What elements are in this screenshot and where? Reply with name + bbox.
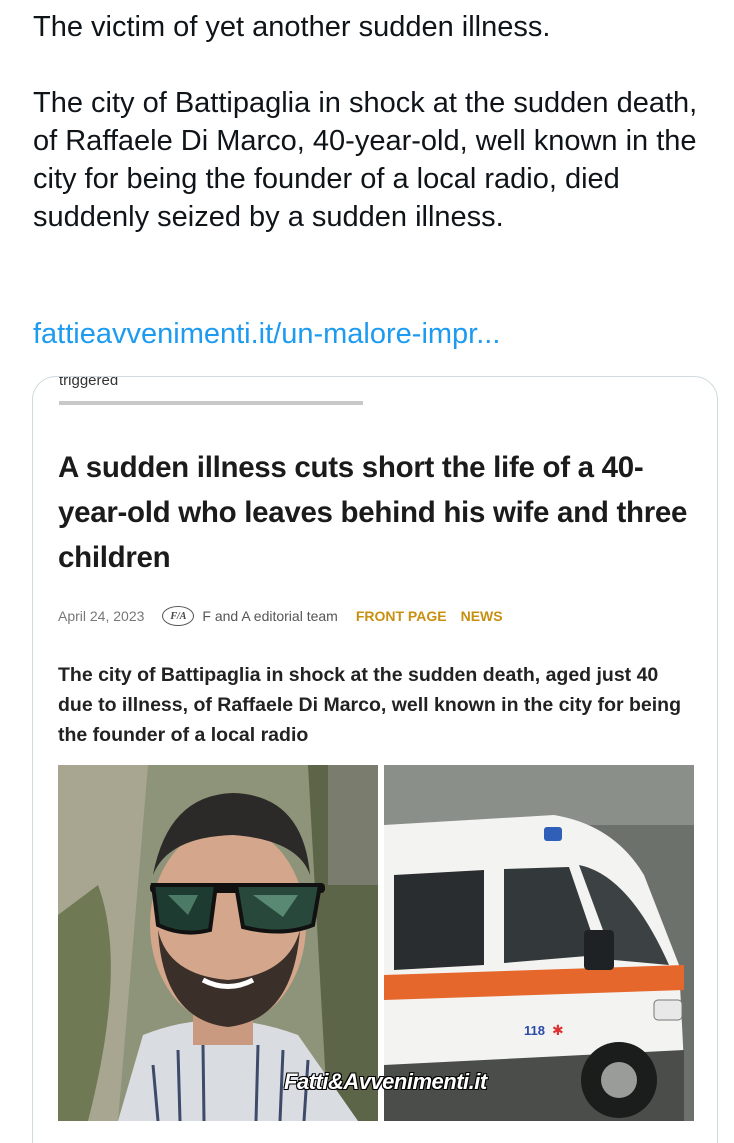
ambulance-photo: 118 ✱	[384, 765, 694, 1121]
star-of-life-icon: ✱	[552, 1023, 564, 1039]
article-image: 118 ✱ Fatti&Avvenimenti.it	[58, 765, 694, 1121]
article-meta: April 24, 2023 F/A F and A editorial tea…	[58, 599, 517, 633]
cropped-caption: triggered	[59, 376, 119, 389]
link-preview-card[interactable]: triggered A sudden illness cuts short th…	[32, 376, 718, 1143]
article-date: April 24, 2023	[58, 608, 145, 624]
article-lede: The city of Battipaglia in shock at the …	[58, 664, 682, 746]
tweet-text: The victim of yet another sudden illness…	[33, 8, 723, 236]
article-link[interactable]: fattieavvenimenti.it/un-malore-impr...	[33, 315, 500, 353]
tweet-line-1: The victim of yet another sudden illness…	[33, 11, 551, 43]
portrait-photo	[58, 765, 378, 1121]
article-author[interactable]: F and A editorial team	[202, 608, 337, 624]
publisher-logo-icon: F/A	[162, 606, 195, 626]
divider	[59, 401, 363, 405]
tweet-paragraph: The city of Battipaglia in shock at the …	[33, 87, 698, 233]
image-watermark: Fatti&Avvenimenti.it	[284, 1069, 487, 1094]
article-headline: A sudden illness cuts short the life of …	[58, 451, 688, 574]
ambulance-number: 118	[524, 1023, 545, 1038]
category-news[interactable]: NEWS	[461, 608, 503, 624]
category-front-page[interactable]: FRONT PAGE	[356, 608, 447, 624]
